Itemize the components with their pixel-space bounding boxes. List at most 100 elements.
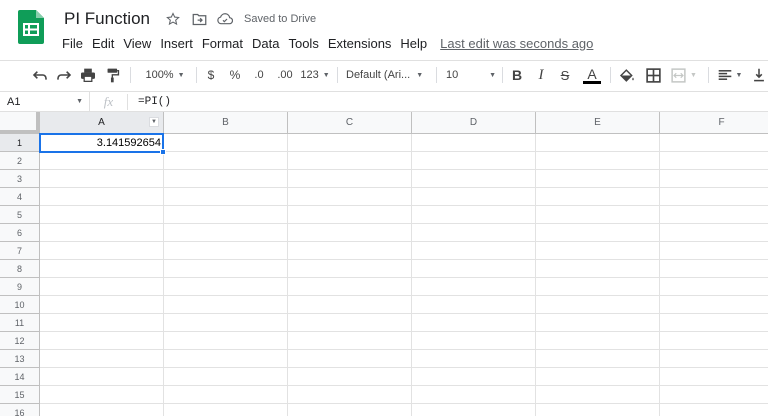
cell-a2[interactable] — [40, 152, 164, 170]
column-menu-icon[interactable]: ▼ — [149, 117, 159, 127]
row-header-8[interactable]: 8 — [0, 260, 40, 278]
vertical-align-icon[interactable] — [752, 65, 766, 85]
row-header-5[interactable]: 5 — [0, 206, 40, 224]
cell-e10[interactable] — [536, 296, 660, 314]
cell-d2[interactable] — [412, 152, 536, 170]
cell-f13[interactable] — [660, 350, 768, 368]
horizontal-align-icon[interactable]: ▼ — [716, 65, 744, 85]
row-header-12[interactable]: 12 — [0, 332, 40, 350]
cell-d5[interactable] — [412, 206, 536, 224]
cell-b12[interactable] — [164, 332, 288, 350]
row-header-16[interactable]: 16 — [0, 404, 40, 416]
zoom-select[interactable]: 100% ▼ — [140, 65, 190, 85]
spreadsheet-grid[interactable]: A ▼ B C D E F 1 2 3 4 5 6 7 8 9 10 11 12 13 14 15 16 3.14159265… — [0, 112, 768, 416]
cell-c2[interactable] — [288, 152, 412, 170]
column-header-f[interactable]: F — [660, 112, 768, 134]
cell-d15[interactable] — [412, 386, 536, 404]
cell-d13[interactable] — [412, 350, 536, 368]
cell-a14[interactable] — [40, 368, 164, 386]
row-header-9[interactable]: 9 — [0, 278, 40, 296]
cell-c4[interactable] — [288, 188, 412, 206]
cell-c11[interactable] — [288, 314, 412, 332]
cell-f3[interactable] — [660, 170, 768, 188]
row-header-11[interactable]: 11 — [0, 314, 40, 332]
cell-e5[interactable] — [536, 206, 660, 224]
font-select[interactable]: Default (Ari... ▼ — [346, 65, 430, 85]
cell-e4[interactable] — [536, 188, 660, 206]
cell-d9[interactable] — [412, 278, 536, 296]
row-header-2[interactable]: 2 — [0, 152, 40, 170]
cell-a9[interactable] — [40, 278, 164, 296]
row-header-1[interactable]: 1 — [0, 134, 40, 152]
cell-c6[interactable] — [288, 224, 412, 242]
cell-c3[interactable] — [288, 170, 412, 188]
cell-e15[interactable] — [536, 386, 660, 404]
cell-b7[interactable] — [164, 242, 288, 260]
cell-a12[interactable] — [40, 332, 164, 350]
currency-format-button[interactable]: $ — [203, 65, 219, 85]
cell-e8[interactable] — [536, 260, 660, 278]
menu-insert[interactable]: Insert — [160, 36, 193, 51]
cell-d11[interactable] — [412, 314, 536, 332]
cell-a11[interactable] — [40, 314, 164, 332]
formula-input[interactable]: =PI() — [128, 96, 171, 108]
menu-tools[interactable]: Tools — [288, 36, 318, 51]
cell-e13[interactable] — [536, 350, 660, 368]
more-formats-button[interactable]: 123 ▼ — [300, 65, 330, 85]
last-edit-link[interactable]: Last edit was seconds ago — [440, 36, 593, 51]
cell-f1[interactable] — [660, 134, 768, 152]
document-title[interactable]: PI Function — [64, 9, 150, 29]
cell-b11[interactable] — [164, 314, 288, 332]
cell-d12[interactable] — [412, 332, 536, 350]
cell-a3[interactable] — [40, 170, 164, 188]
cell-b2[interactable] — [164, 152, 288, 170]
row-header-10[interactable]: 10 — [0, 296, 40, 314]
cell-c10[interactable] — [288, 296, 412, 314]
cell-a8[interactable] — [40, 260, 164, 278]
borders-icon[interactable] — [643, 65, 663, 85]
paint-format-icon[interactable] — [103, 65, 123, 85]
cell-d8[interactable] — [412, 260, 536, 278]
cell-c9[interactable] — [288, 278, 412, 296]
menu-extensions[interactable]: Extensions — [328, 36, 392, 51]
cell-d10[interactable] — [412, 296, 536, 314]
cell-d1[interactable] — [412, 134, 536, 152]
cell-b3[interactable] — [164, 170, 288, 188]
cell-a16[interactable] — [40, 404, 164, 416]
name-box[interactable]: A1 ▼ — [0, 92, 90, 111]
cell-d16[interactable] — [412, 404, 536, 416]
cell-f7[interactable] — [660, 242, 768, 260]
cell-a4[interactable] — [40, 188, 164, 206]
column-header-c[interactable]: C — [288, 112, 412, 134]
cell-b9[interactable] — [164, 278, 288, 296]
cell-c13[interactable] — [288, 350, 412, 368]
cell-f8[interactable] — [660, 260, 768, 278]
fill-color-icon[interactable] — [617, 65, 637, 85]
increase-decimal-button[interactable]: .00 — [274, 65, 296, 85]
cell-e16[interactable] — [536, 404, 660, 416]
cell-b5[interactable] — [164, 206, 288, 224]
cell-e2[interactable] — [536, 152, 660, 170]
cell-c7[interactable] — [288, 242, 412, 260]
cell-e6[interactable] — [536, 224, 660, 242]
menu-data[interactable]: Data — [252, 36, 279, 51]
cell-c12[interactable] — [288, 332, 412, 350]
cell-e12[interactable] — [536, 332, 660, 350]
column-header-b[interactable]: B — [164, 112, 288, 134]
cell-d7[interactable] — [412, 242, 536, 260]
undo-icon[interactable] — [30, 65, 50, 85]
cell-f11[interactable] — [660, 314, 768, 332]
menu-help[interactable]: Help — [400, 36, 427, 51]
cell-f12[interactable] — [660, 332, 768, 350]
cell-f10[interactable] — [660, 296, 768, 314]
cell-b10[interactable] — [164, 296, 288, 314]
column-header-e[interactable]: E — [536, 112, 660, 134]
cell-f16[interactable] — [660, 404, 768, 416]
cloud-saved-icon[interactable] — [216, 10, 234, 28]
decrease-decimal-button[interactable]: .0 — [250, 65, 268, 85]
cell-b4[interactable] — [164, 188, 288, 206]
percent-format-button[interactable]: % — [227, 65, 243, 85]
cell-b8[interactable] — [164, 260, 288, 278]
cell-c5[interactable] — [288, 206, 412, 224]
menu-file[interactable]: File — [62, 36, 83, 51]
